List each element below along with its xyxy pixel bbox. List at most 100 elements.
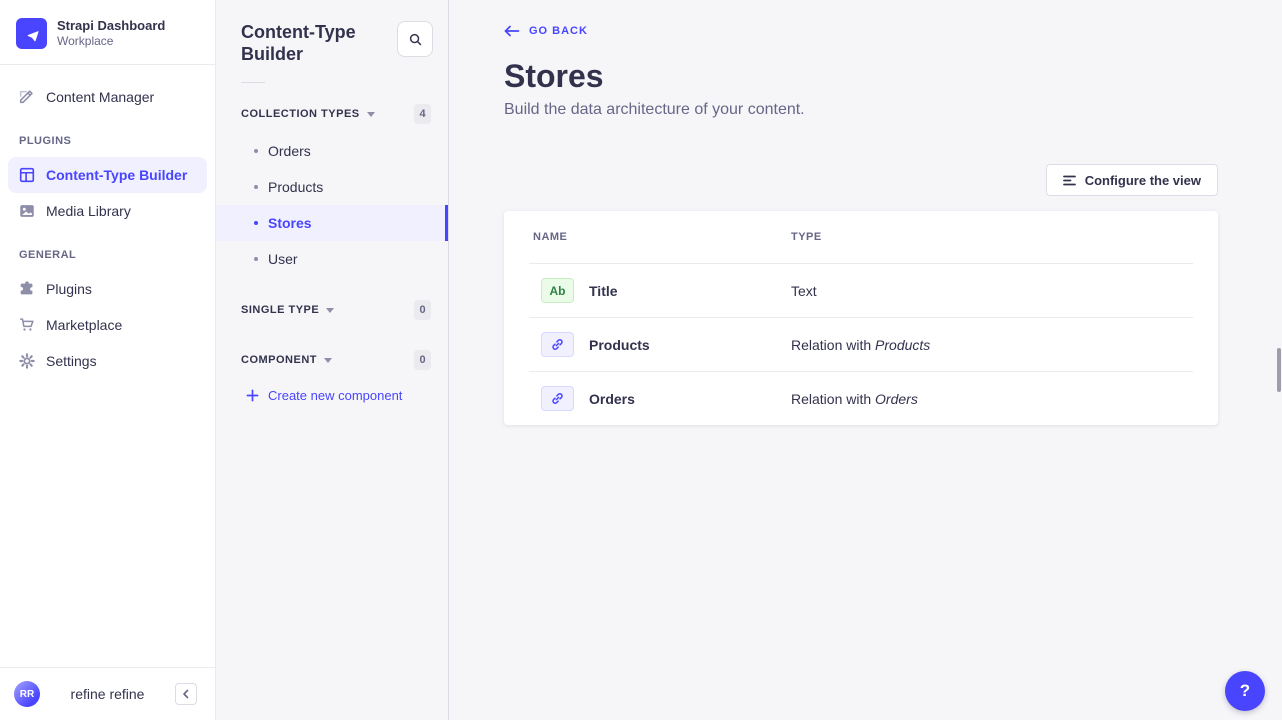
collection-type-item-products[interactable]: Products	[216, 169, 448, 205]
field-type-cell: Relation with Orders	[791, 391, 1218, 407]
relation-icon	[541, 332, 574, 357]
main-sidebar: Strapi Dashboard Workplace Content Manag…	[0, 0, 216, 720]
single-type-label: SINGLE TYPE	[241, 304, 319, 316]
bullet-icon	[254, 185, 258, 189]
plus-icon	[246, 389, 259, 402]
field-type-target: Orders	[875, 391, 918, 407]
settings-icon	[18, 352, 36, 370]
table-header-row: NAME TYPE	[504, 211, 1218, 263]
sidebar-item-label: Content Manager	[46, 89, 154, 105]
configure-view-button[interactable]: Configure the view	[1046, 164, 1218, 196]
single-type-count-badge: 0	[414, 300, 431, 320]
field-name-cell: Ab Title	[533, 278, 791, 303]
table-row[interactable]: Ab Title Text	[504, 264, 1218, 317]
collection-types-label: COLLECTION TYPES	[241, 108, 360, 120]
sidebar-item-label: Media Library	[46, 203, 131, 219]
layout-lines-icon	[1063, 175, 1076, 186]
sidebar-item-plugins[interactable]: Plugins	[8, 271, 207, 307]
column-header-type: TYPE	[791, 231, 1218, 243]
arrow-left-icon	[504, 25, 520, 37]
sidebar-plugins-nav: Content-Type Builder Media Library	[0, 157, 215, 229]
table-row[interactable]: Products Relation with Products	[504, 318, 1218, 371]
field-name: Products	[589, 337, 650, 353]
field-type-target: Products	[875, 337, 930, 353]
sidebar-item-label: Plugins	[46, 281, 92, 297]
main-content: GO BACK Stores Build the data architectu…	[449, 0, 1282, 720]
single-type-section-header[interactable]: SINGLE TYPE 0	[216, 291, 448, 329]
go-back-label: GO BACK	[529, 25, 588, 37]
chevron-down-icon	[326, 308, 334, 313]
sidebar-section-general: GENERAL	[0, 229, 215, 271]
collection-type-label: Orders	[268, 143, 311, 159]
spacer	[216, 277, 448, 291]
collection-type-item-orders[interactable]: Orders	[216, 133, 448, 169]
workspace-info: Strapi Dashboard Workplace	[57, 18, 165, 49]
content-type-builder-icon	[18, 166, 36, 184]
workspace-switcher[interactable]: Strapi Dashboard Workplace	[0, 0, 215, 64]
sidebar-item-content-manager[interactable]: Content Manager	[8, 79, 207, 115]
fields-table: NAME TYPE Ab Title Text	[504, 211, 1218, 425]
content-manager-icon	[18, 88, 36, 106]
chevron-down-icon	[367, 112, 375, 117]
chevron-left-icon	[181, 689, 191, 699]
sidebar-top-nav: Content Manager	[0, 65, 215, 115]
field-name-cell: Products	[533, 332, 791, 357]
user-name: refine refine	[40, 686, 175, 702]
collection-type-label: Stores	[268, 215, 312, 231]
sidebar-section-plugins: PLUGINS	[0, 115, 215, 157]
create-new-component-link[interactable]: Create new component	[216, 379, 448, 412]
bullet-icon	[254, 257, 258, 261]
user-avatar[interactable]: RR	[14, 681, 40, 707]
field-type-text: Text	[791, 283, 817, 299]
collection-type-item-user[interactable]: User	[216, 241, 448, 277]
collection-type-label: User	[268, 251, 298, 267]
sidebar-item-marketplace[interactable]: Marketplace	[8, 307, 207, 343]
content-type-builder-subnav: Content-Type Builder COLLECTION TYPES 4 …	[216, 0, 449, 720]
subnav-header: Content-Type Builder	[216, 0, 448, 65]
subnav-rule	[241, 82, 265, 83]
workspace-title: Strapi Dashboard	[57, 18, 165, 34]
toolbar: Configure the view	[504, 164, 1218, 196]
sidebar-item-label: Content-Type Builder	[46, 167, 187, 183]
strapi-logo-icon	[23, 25, 41, 43]
collection-type-label: Products	[268, 179, 323, 195]
collection-types-count-badge: 4	[414, 104, 431, 124]
field-type-cell: Relation with Products	[791, 337, 1218, 353]
spacer	[216, 329, 448, 341]
sidebar-item-settings[interactable]: Settings	[8, 343, 207, 379]
app-window: Strapi Dashboard Workplace Content Manag…	[0, 0, 1282, 720]
field-type-text: Relation with	[791, 337, 875, 353]
collection-types-section-header[interactable]: COLLECTION TYPES 4	[216, 95, 448, 133]
field-name-cell: Orders	[533, 386, 791, 411]
component-label: COMPONENT	[241, 354, 317, 366]
media-library-icon	[18, 202, 36, 220]
sidebar-footer: RR refine refine	[0, 667, 215, 720]
go-back-link[interactable]: GO BACK	[504, 25, 588, 37]
component-count-badge: 0	[414, 350, 431, 370]
sidebar-collapse-button[interactable]	[175, 683, 197, 705]
chevron-down-icon	[324, 358, 332, 363]
table-row[interactable]: Orders Relation with Orders	[504, 372, 1218, 425]
page-subtitle: Build the data architecture of your cont…	[504, 101, 1218, 119]
workspace-subtitle: Workplace	[57, 34, 165, 49]
configure-view-label: Configure the view	[1085, 173, 1201, 188]
help-button[interactable]: ?	[1225, 671, 1265, 711]
page-title: Stores	[504, 57, 1218, 95]
subnav-title: Content-Type Builder	[241, 21, 381, 65]
main-inner: GO BACK Stores Build the data architectu…	[504, 0, 1218, 425]
bullet-icon	[254, 149, 258, 153]
field-name: Orders	[589, 391, 635, 407]
sidebar-item-media-library[interactable]: Media Library	[8, 193, 207, 229]
scrollbar-thumb[interactable]	[1277, 348, 1281, 392]
field-type-text: Relation with	[791, 391, 875, 407]
search-button[interactable]	[397, 21, 433, 57]
sidebar-general-nav: Plugins Marketplace	[0, 271, 215, 379]
sidebar-item-label: Settings	[46, 353, 97, 369]
sidebar-item-content-type-builder[interactable]: Content-Type Builder	[8, 157, 207, 193]
collection-type-item-stores[interactable]: Stores	[216, 205, 448, 241]
component-section-header[interactable]: COMPONENT 0	[216, 341, 448, 379]
column-header-name: NAME	[533, 231, 791, 243]
sidebar-item-label: Marketplace	[46, 317, 122, 333]
collection-types-list: Orders Products Stores User	[216, 133, 448, 277]
text-field-icon: Ab	[541, 278, 574, 303]
